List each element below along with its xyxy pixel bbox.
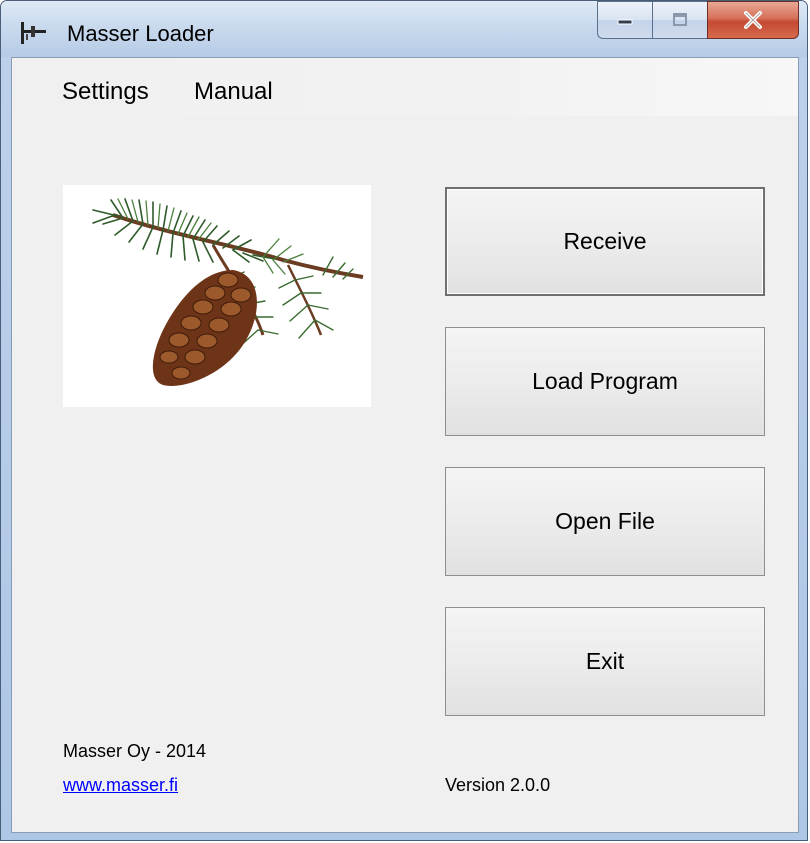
pine-cone (152, 270, 257, 386)
open-file-button[interactable]: Open File (445, 467, 765, 576)
company-label: Masser Oy - 2014 (63, 741, 207, 761)
menu-manual[interactable]: Manual (192, 78, 275, 106)
masser-app-icon (21, 22, 46, 44)
menu-bar: Settings Manual (12, 58, 798, 116)
close-icon (744, 11, 762, 29)
exit-button[interactable]: Exit (445, 607, 765, 716)
window-controls (597, 1, 799, 39)
maximize-icon (673, 13, 687, 26)
client-area: Settings Manual Receive Load Program Ope… (11, 57, 799, 833)
load-program-button[interactable]: Load Program (445, 327, 765, 436)
receive-button[interactable]: Receive (445, 187, 765, 296)
minimize-button[interactable] (597, 1, 652, 39)
pine-cone-branch-icon (92, 198, 364, 386)
app-window: Masser Loader Settings Manual Receive Lo… (0, 0, 808, 841)
version-label: Version 2.0.0 (445, 775, 551, 795)
title-bar[interactable]: Masser Loader (1, 1, 807, 57)
window-title: Masser Loader (67, 21, 214, 46)
minimize-icon (617, 19, 633, 25)
website-link[interactable]: www.masser.fi (63, 775, 178, 796)
menu-settings[interactable]: Settings (60, 78, 151, 106)
close-button[interactable] (707, 1, 799, 39)
maximize-button[interactable] (652, 1, 707, 39)
logo-image (63, 185, 371, 407)
